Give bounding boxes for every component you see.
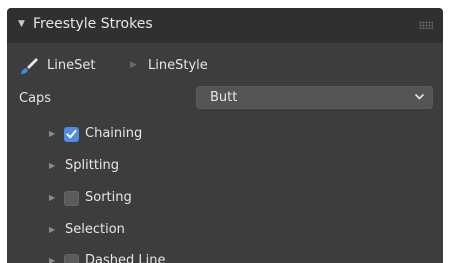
chaining-checkbox[interactable] bbox=[64, 127, 79, 142]
subpanel-label: Chaining bbox=[85, 126, 143, 141]
triangle-right-icon[interactable]: ▶ bbox=[49, 129, 55, 138]
subpanel-label: Dashed Line bbox=[85, 253, 166, 263]
subpanel-sorting[interactable]: ▶ Sorting bbox=[7, 187, 443, 211]
triangle-right-icon[interactable]: ▶ bbox=[49, 193, 55, 202]
subpanel-splitting[interactable]: ▶ Splitting bbox=[7, 155, 443, 179]
triangle-down-icon[interactable]: ▼ bbox=[18, 19, 25, 29]
chevron-down-icon bbox=[415, 94, 424, 100]
subpanel-chaining[interactable]: ▶ Chaining bbox=[7, 123, 443, 147]
subpanel-label: Selection bbox=[65, 222, 125, 237]
breadcrumb-lineset: LineSet bbox=[47, 58, 96, 73]
panel-title: Freestyle Strokes bbox=[33, 16, 153, 32]
chevron-right-icon: ▶ bbox=[130, 60, 137, 70]
caps-label: Caps bbox=[19, 91, 52, 106]
checkmark-icon bbox=[66, 130, 77, 139]
brush-icon bbox=[19, 56, 39, 76]
subpanel-selection[interactable]: ▶ Selection bbox=[7, 219, 443, 243]
subpanel-dashed-line[interactable]: ▶ Dashed Line bbox=[7, 250, 443, 263]
subpanel-label: Sorting bbox=[85, 190, 132, 205]
triangle-right-icon[interactable]: ▶ bbox=[49, 225, 55, 234]
drag-handle-icon[interactable] bbox=[419, 21, 433, 29]
breadcrumb-linestyle: LineStyle bbox=[148, 58, 208, 73]
triangle-right-icon[interactable]: ▶ bbox=[49, 256, 55, 263]
caps-dropdown[interactable]: Butt bbox=[196, 86, 433, 109]
caps-value: Butt bbox=[210, 90, 238, 105]
panel-header[interactable]: ▼ Freestyle Strokes bbox=[7, 8, 443, 43]
sorting-checkbox[interactable] bbox=[64, 191, 79, 206]
breadcrumb: LineSet ▶ LineStyle bbox=[7, 54, 443, 78]
subpanel-label: Splitting bbox=[65, 158, 120, 173]
freestyle-strokes-panel: ▼ Freestyle Strokes LineSet ▶ LineStyle … bbox=[7, 8, 443, 263]
triangle-right-icon[interactable]: ▶ bbox=[49, 161, 55, 170]
dashed-line-checkbox[interactable] bbox=[64, 254, 79, 263]
